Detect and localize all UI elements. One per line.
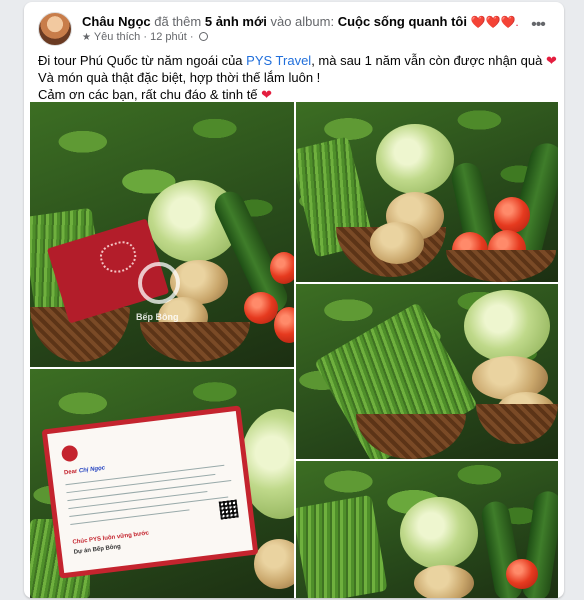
more-options-button[interactable]: ••• (526, 16, 550, 40)
author-name[interactable]: Châu Ngọc (82, 14, 151, 29)
favorite-tag[interactable]: Yêu thích (94, 31, 140, 43)
tomato (270, 252, 294, 284)
post-time[interactable]: 12 phút (150, 31, 187, 43)
post-sub-line: ★ Yêu thích · 12 phút · (82, 31, 208, 43)
photo-2[interactable] (296, 102, 558, 282)
photo-5[interactable] (296, 461, 558, 598)
feed-post: Châu Ngọc đã thêm 5 ảnh mới vào album: C… (24, 2, 564, 598)
note-line (68, 491, 208, 510)
post-header: Châu Ngọc đã thêm 5 ảnh mới vào album: C… (38, 12, 550, 46)
watermark-logo-icon (138, 262, 180, 304)
album-hearts: ❤️❤️❤️. (470, 15, 519, 29)
album-prefix: vào album: (270, 14, 335, 29)
kohlrabi (464, 290, 550, 362)
photo-count[interactable]: 5 ảnh mới (205, 14, 267, 29)
heart-icon: ❤ (261, 87, 273, 102)
brand-logo-icon (60, 444, 79, 463)
note-greeting: Dear Chị Ngọc (63, 465, 106, 477)
note-handwritten-name: Chị Ngọc (78, 465, 106, 475)
heart-icon: ❤ (545, 53, 557, 68)
star-icon: ★ (82, 32, 91, 43)
line-1-text: Đi tour Phú Quốc từ năm ngoái của (38, 53, 247, 68)
post-body-text: Đi tour Phú Quốc từ năm ngoái của PYS Tr… (38, 52, 557, 103)
tomato (506, 559, 538, 589)
photo-4[interactable]: Dear Chị Ngọc Chúc PYS luôn vững bước Dự… (30, 369, 294, 598)
note-card: Dear Chị Ngọc Chúc PYS luôn vững bước Dự… (41, 405, 259, 579)
kohlrabi (400, 497, 478, 569)
note-footer-1: Chúc PYS luôn vững bước (72, 530, 150, 546)
action-text: đã thêm (154, 14, 202, 29)
author-avatar[interactable] (38, 12, 72, 46)
post-line-1: Đi tour Phú Quốc từ năm ngoái của PYS Tr… (38, 52, 557, 69)
globe-icon[interactable] (198, 32, 208, 41)
note-line (70, 509, 190, 525)
kohlrabi (376, 124, 454, 194)
photo-3[interactable] (296, 284, 558, 459)
album-link[interactable]: Cuộc sống quanh tôi (338, 14, 467, 29)
potato (370, 222, 424, 264)
note-footer-2: Dự án Bếp Bông (73, 543, 122, 556)
potato (414, 565, 474, 598)
tomato (494, 197, 530, 233)
line-3-text: Cảm ơn các bạn, rất chu đáo & tinh tế (38, 87, 258, 102)
tomato (244, 292, 278, 324)
separator-dot: · (143, 31, 148, 43)
pys-travel-link[interactable]: PYS Travel (246, 53, 311, 68)
qr-code-icon (218, 499, 239, 520)
watermark-text: Bếp Bông (136, 312, 179, 322)
line-1-text-end: , mà sau 1 năm vẫn còn được nhận quà (311, 53, 543, 68)
post-line-2: Và món quà thật đặc biệt, hợp thời thế l… (38, 70, 321, 85)
heart-pattern-icon (96, 237, 141, 277)
post-line-3: Cảm ơn các bạn, rất chu đáo & tinh tế ❤ (38, 86, 550, 103)
photo-1[interactable]: Bếp Bông (30, 102, 294, 367)
separator-dot: · (189, 31, 194, 43)
post-meta-line: Châu Ngọc đã thêm 5 ảnh mới vào album: C… (82, 13, 519, 31)
